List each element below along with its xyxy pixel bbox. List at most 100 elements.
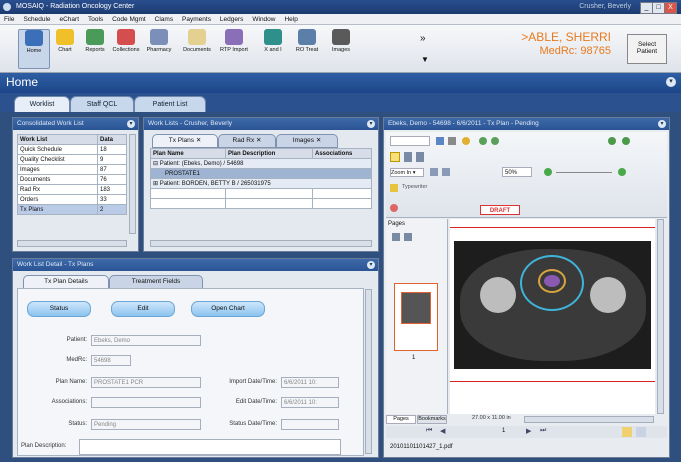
typewriter-tool[interactable]: Typewriter — [402, 184, 442, 193]
menu-tools[interactable]: Tools — [88, 16, 103, 23]
refresh-icon[interactable] — [608, 137, 616, 145]
select-patient-button[interactable]: Select Patient — [627, 34, 667, 64]
collapse-icon[interactable]: ▾ — [367, 120, 375, 128]
import-date-field[interactable]: 6/6/2011 10: — [281, 377, 339, 388]
zoom-in-icon[interactable] — [618, 168, 626, 176]
table-row[interactable]: Rad Rx 183 — [17, 184, 128, 195]
first-page-icon[interactable]: ⏮ — [426, 427, 432, 435]
menu-file[interactable]: File — [4, 16, 14, 23]
tab-worklist[interactable]: Worklist — [14, 96, 70, 113]
table-row[interactable]: Quality Checklist 9 — [17, 154, 128, 165]
rotate-icon[interactable] — [622, 137, 630, 145]
zoom-out-icon[interactable] — [544, 168, 552, 176]
plan-description-field[interactable] — [79, 439, 341, 455]
table-row[interactable]: ⊞ Patient: BORDEN, BETTY B / 265031975 — [150, 178, 372, 189]
chart-button[interactable]: Chart — [50, 29, 80, 67]
col-header-associations[interactable]: Associations — [312, 148, 372, 159]
medrc-field[interactable]: 54698 — [91, 355, 131, 366]
collections-button[interactable]: Collections — [111, 29, 141, 67]
draft-stamp[interactable]: DRAFT — [480, 205, 520, 215]
delete-page-icon[interactable] — [404, 233, 412, 241]
tab-bookmarks[interactable]: Bookmarks — [417, 415, 447, 424]
images-button[interactable]: Images — [326, 29, 356, 67]
close-button[interactable]: X — [664, 2, 677, 14]
home-collapse-icon[interactable]: ▾ — [666, 77, 676, 87]
fit-width-icon[interactable] — [442, 168, 450, 176]
single-page-view-icon[interactable] — [622, 427, 632, 437]
table-row[interactable]: ⊟ Patient: (Ebeks, Demo) / 54698 — [150, 158, 372, 169]
tab-tx-plans[interactable]: Tx Plans ✕ — [152, 134, 218, 148]
next-page-icon[interactable]: ▶ — [526, 427, 531, 435]
menu-echart[interactable]: eChart — [60, 16, 80, 23]
print-icon[interactable] — [448, 137, 456, 145]
collapse-icon[interactable]: ▾ — [658, 120, 666, 128]
horizontal-scrollbar[interactable] — [150, 240, 372, 247]
vertical-scrollbar[interactable] — [365, 289, 372, 454]
patient-field[interactable]: Ebeks, Demo — [91, 335, 201, 346]
tab-tx-plan-details[interactable]: Tx Plan Details — [23, 275, 109, 289]
menu-payments[interactable]: Payments — [182, 16, 211, 23]
fit-page-icon[interactable] — [430, 168, 438, 176]
x-and-i-button[interactable]: X and I — [258, 29, 288, 67]
tab-rad-rx[interactable]: Rad Rx ✕ — [218, 134, 276, 148]
table-row[interactable]: Orders 33 — [17, 194, 128, 205]
rtp-import-button[interactable]: RTP Import — [219, 29, 249, 67]
previous-page-icon[interactable]: ◀ — [440, 427, 445, 435]
col-header-data[interactable]: Data — [96, 134, 128, 145]
reports-button[interactable]: Reports — [80, 29, 110, 67]
tab-staff-qcl[interactable]: Staff QCL — [70, 96, 134, 113]
table-row[interactable]: Documents 76 — [17, 174, 128, 185]
save-icon[interactable] — [436, 137, 444, 145]
menu-help[interactable]: Help — [284, 16, 297, 23]
vertical-scrollbar[interactable] — [657, 219, 664, 414]
page-thumbnail[interactable] — [394, 283, 438, 351]
status-date-field[interactable] — [281, 419, 339, 430]
plan-name-field[interactable]: PROSTATE1 PCR — [91, 377, 201, 388]
vertical-scrollbar[interactable] — [129, 134, 136, 234]
menu-window[interactable]: Window — [252, 16, 275, 23]
col-header-plan-name[interactable]: Plan Name — [150, 148, 226, 159]
horizontal-scrollbar[interactable] — [17, 240, 127, 247]
collapse-icon[interactable]: ▾ — [127, 120, 135, 128]
table-row[interactable]: Images 87 — [17, 164, 128, 175]
zoom-slider[interactable] — [556, 172, 612, 173]
table-row-selected[interactable]: Tx Plans 2 — [17, 204, 128, 215]
tab-pages[interactable]: Pages — [386, 415, 416, 424]
hand-tool-icon[interactable] — [404, 152, 412, 162]
chevron-down-icon[interactable]: ▼ — [421, 55, 429, 64]
documents-button[interactable]: Documents — [182, 29, 212, 67]
page-options-icon[interactable] — [392, 233, 400, 241]
edit-date-field[interactable]: 6/6/2011 10: — [281, 397, 339, 408]
col-header-plan-description[interactable]: Plan Description — [225, 148, 313, 159]
stamp-icon[interactable] — [390, 204, 398, 212]
table-row[interactable]: Quick Schedule 18 — [17, 144, 128, 155]
edit-button[interactable]: Edit — [111, 301, 175, 317]
collapse-icon[interactable]: ▾ — [367, 261, 375, 269]
select-tool-icon[interactable] — [390, 152, 400, 162]
horizontal-scrollbar[interactable] — [524, 416, 654, 423]
typewriter-icon[interactable] — [390, 184, 398, 192]
document-page[interactable] — [450, 219, 655, 414]
pharmacy-button[interactable]: Pharmacy — [144, 29, 174, 67]
status-field[interactable]: Pending — [91, 419, 201, 430]
open-chart-button[interactable]: Open Chart — [191, 301, 265, 317]
continuous-view-icon[interactable] — [636, 427, 646, 437]
menu-code-mgmt[interactable]: Code Mgmt — [112, 16, 146, 23]
tab-treatment-fields[interactable]: Treatment Fields — [109, 275, 203, 289]
forward-icon[interactable] — [491, 137, 499, 145]
back-icon[interactable] — [479, 137, 487, 145]
zoom-tool-icon[interactable] — [416, 152, 424, 162]
status-button[interactable]: Status — [27, 301, 91, 317]
ro-treat-button[interactable]: RO Treat — [292, 29, 322, 67]
toolbar-overflow-button[interactable]: » — [420, 33, 426, 44]
zoom-field[interactable]: 50% — [502, 167, 532, 177]
menu-clams[interactable]: Clams — [155, 16, 173, 23]
associations-field[interactable] — [91, 397, 201, 408]
table-row-selected[interactable]: PROSTATE1 — [150, 168, 372, 179]
col-header-worklist[interactable]: Work List — [17, 134, 98, 145]
tab-images[interactable]: Images ✕ — [276, 134, 338, 148]
home-button[interactable]: Home — [18, 29, 50, 69]
menu-ledgers[interactable]: Ledgers — [220, 16, 244, 23]
last-page-icon[interactable]: ⏭ — [540, 427, 546, 435]
menu-schedule[interactable]: Schedule — [23, 16, 50, 23]
